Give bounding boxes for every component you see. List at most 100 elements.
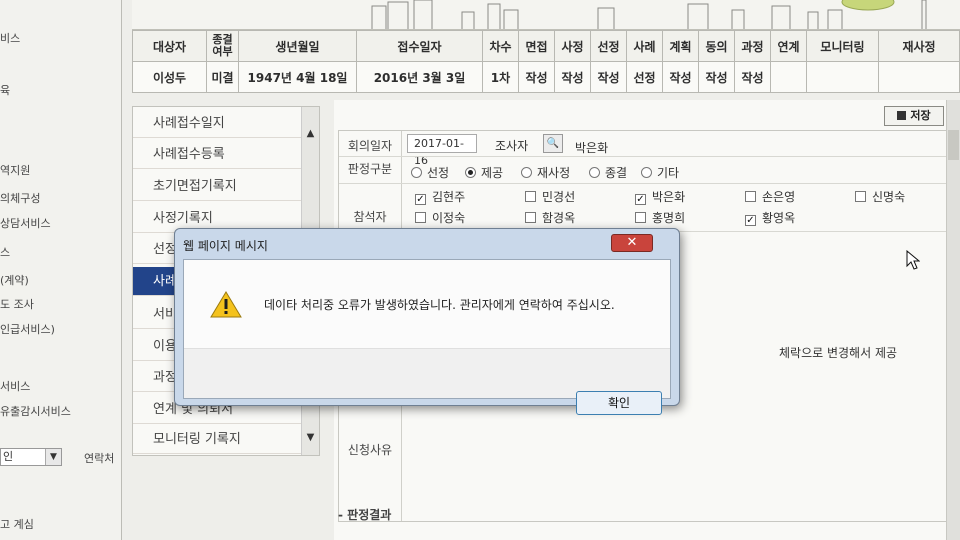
skyline-illustration — [371, 0, 927, 29]
radio-reassess[interactable]: 재사정 — [521, 164, 570, 181]
attendee-name: 민경선 — [542, 190, 576, 204]
table-cell: 1947년 4월 18일 — [238, 61, 357, 93]
radio-other[interactable]: 기타 — [641, 164, 679, 181]
decision-content-text: 체락으로 변경해서 제공 — [779, 346, 898, 360]
column-header: 면접 — [518, 30, 555, 62]
checkbox-checked-icon: ✓ — [415, 194, 426, 205]
table-cell[interactable]: 작성 — [554, 61, 591, 93]
table-cell[interactable]: 작성 — [662, 61, 699, 93]
scrollbar-thumb[interactable] — [948, 130, 959, 160]
nav-item[interactable]: 서비스 — [0, 378, 30, 394]
attendee-checkbox[interactable]: 홍명희 — [635, 209, 685, 226]
result-section-title: - 판정결과 — [338, 508, 392, 522]
mouse-cursor-icon — [906, 250, 920, 270]
radio-icon — [589, 167, 600, 178]
nav-item[interactable]: 역지원 — [0, 162, 30, 178]
side-menu-item[interactable]: 사례접수일지 — [133, 109, 303, 138]
nav-item[interactable]: 육 — [0, 82, 10, 98]
dialog-footer: 확인 — [184, 348, 670, 415]
column-header: 생년월일 — [238, 30, 357, 62]
nav-item[interactable]: 유출감시서비스 — [0, 403, 71, 419]
nav-item[interactable]: 상담서비스 — [0, 215, 51, 231]
nav-item[interactable]: 비스 — [0, 30, 20, 46]
radio-icon — [641, 167, 652, 178]
nav-item[interactable]: 스 — [0, 244, 10, 260]
attendee-checkbox[interactable]: ✓ 황영옥 — [745, 209, 795, 226]
column-header: 접수일자 — [356, 30, 483, 62]
table-cell[interactable]: 작성 — [590, 61, 627, 93]
nav-item[interactable]: 도 조사 — [0, 296, 34, 312]
table-cell[interactable] — [878, 61, 960, 93]
column-header: 재사정 — [878, 30, 960, 62]
chevron-down-icon[interactable]: ▼ — [45, 449, 61, 465]
table-cell: 2016년 3월 3일 — [356, 61, 483, 93]
row-divider — [339, 183, 947, 184]
table-cell[interactable]: 작성 — [698, 61, 735, 93]
radio-icon — [411, 167, 422, 178]
column-header: 사정 — [554, 30, 591, 62]
radio-label: 기타 — [657, 166, 680, 180]
search-icon[interactable]: 🔍 — [543, 134, 563, 153]
side-menu-item[interactable]: 모니터링 기록지 — [133, 425, 303, 454]
attendee-checkbox[interactable]: 손은영 — [745, 188, 795, 205]
column-header: 과정 — [734, 30, 771, 62]
decision-type-label: 판정구분 — [347, 162, 393, 176]
skyline-banner — [132, 0, 960, 30]
page-scrollbar[interactable] — [946, 100, 960, 540]
attendee-name: 박은화 — [652, 190, 686, 204]
table-cell[interactable]: 작성 — [734, 61, 771, 93]
table-cell[interactable]: 선정 — [626, 61, 663, 93]
meeting-date-label: 회의일자 — [347, 139, 393, 153]
radio-provide[interactable]: 제공 — [465, 164, 503, 181]
nav-item[interactable]: 인급서비스) — [0, 321, 55, 337]
column-header: 선정 — [590, 30, 627, 62]
attendee-name: 신명숙 — [872, 190, 906, 204]
request-reason-label: 신청사유 — [347, 443, 393, 457]
column-header: 종결 여부 — [206, 30, 239, 62]
investigator-label: 조사자 — [495, 139, 529, 153]
warning-icon — [210, 291, 242, 318]
nav-select[interactable]: 인 ▼ — [0, 448, 62, 466]
table-cell[interactable]: 작성 — [518, 61, 555, 93]
radio-select[interactable]: 선정 — [411, 164, 449, 181]
nav-item[interactable]: (계약) — [0, 272, 29, 288]
attendee-checkbox[interactable]: ✓ 박은화 — [635, 188, 685, 205]
column-header: 계획 — [662, 30, 699, 62]
checkbox-icon — [525, 191, 536, 202]
close-icon[interactable]: ✕ — [611, 234, 653, 252]
column-header: 동의 — [698, 30, 735, 62]
radio-icon — [521, 167, 532, 178]
case-status-table: 대상자 종결 여부 생년월일 접수일자 차수 면접 사정 선정 사례 계획 동의… — [132, 30, 960, 93]
dialog-title: 웹 페이지 메시지 — [183, 239, 268, 253]
attendee-checkbox[interactable]: 민경선 — [525, 188, 575, 205]
attendee-checkbox[interactable]: 신명숙 — [855, 188, 905, 205]
ok-button[interactable]: 확인 — [576, 391, 662, 415]
chevron-down-icon[interactable]: ▼ — [302, 429, 319, 447]
table-header-row: 대상자 종결 여부 생년월일 접수일자 차수 면접 사정 선정 사례 계획 동의… — [132, 30, 960, 62]
table-cell: 미결 — [206, 61, 239, 93]
chevron-up-icon[interactable]: ▲ — [302, 125, 319, 143]
nav-item[interactable]: 의체구성 — [0, 190, 40, 206]
checkbox-icon — [635, 212, 646, 223]
radio-close[interactable]: 종결 — [589, 164, 627, 181]
table-cell[interactable] — [806, 61, 879, 93]
attendee-checkbox[interactable]: 이정숙 — [415, 209, 465, 226]
save-button[interactable]: 저장 — [884, 106, 944, 126]
side-menu-item[interactable]: 초기면접기록지 — [133, 172, 303, 201]
dialog-body: 데이타 처리중 오류가 발생하였습니다. 관리자에게 연락하여 주십시오. 확인 — [183, 259, 671, 415]
attendee-name: 김현주 — [432, 190, 466, 204]
attendee-checkbox[interactable]: 함경옥 — [525, 209, 575, 226]
left-navigation: 비스 육 역지원 의체구성 상담서비스 스 (계약) 도 조사 인급서비스) 서… — [0, 0, 122, 540]
radio-checked-icon — [465, 167, 476, 178]
radio-label: 제공 — [481, 166, 504, 180]
side-menu-item[interactable]: 사례접수등록 — [133, 140, 303, 169]
table-cell[interactable] — [770, 61, 807, 93]
column-header: 사례 — [626, 30, 663, 62]
table-row: 이성두 미결 1947년 4월 18일 2016년 3월 3일 1차 작성 작성… — [132, 61, 960, 93]
checkbox-icon — [415, 212, 426, 223]
attendee-checkbox[interactable]: ✓ 김현주 — [415, 188, 465, 205]
attendee-name: 손은영 — [762, 190, 796, 204]
meeting-date-input[interactable]: 2017-01-16 — [407, 134, 477, 167]
contact-link[interactable]: 연락처 — [84, 450, 114, 466]
attendee-name: 홍명희 — [652, 211, 686, 225]
